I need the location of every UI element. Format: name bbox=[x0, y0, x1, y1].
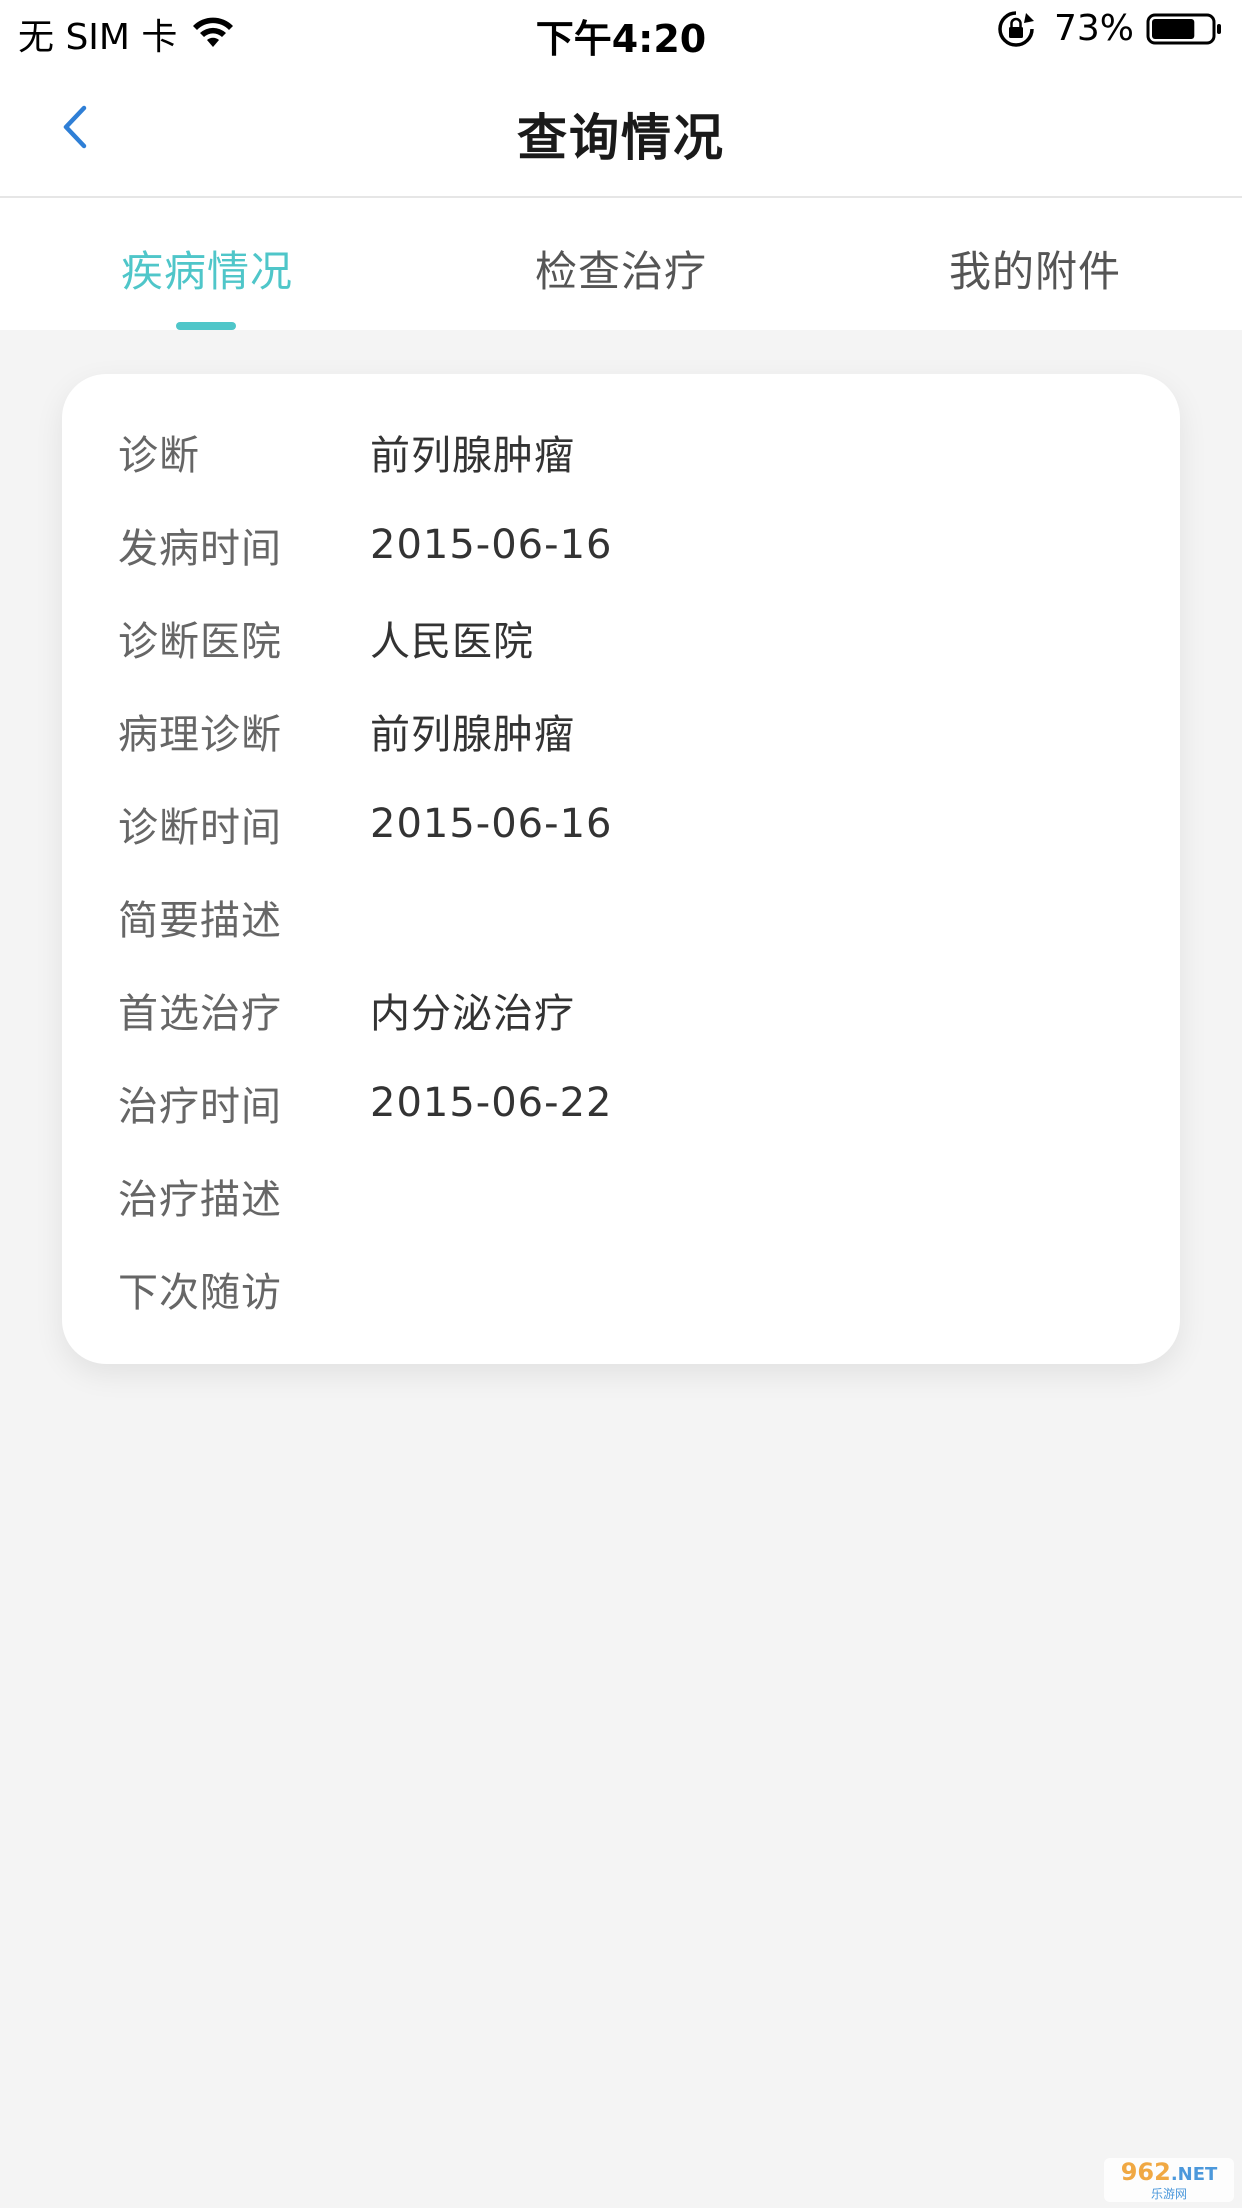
detail-value: 人民医院 bbox=[370, 619, 534, 665]
tab-label: 疾病情况 bbox=[120, 247, 293, 296]
detail-row-diagnosis-hospital: 诊断医院 人民医院 bbox=[118, 608, 1118, 668]
detail-label: 发病时间 bbox=[118, 526, 282, 572]
tab-my-attachments[interactable]: 我的附件 bbox=[828, 198, 1242, 330]
disease-details-card: 诊断 前列腺肿瘤 发病时间 2015-06-16 诊断医院 人民医院 病理诊断 … bbox=[62, 374, 1180, 1364]
battery-percent: 73% bbox=[1053, 8, 1134, 49]
detail-label: 首选治疗 bbox=[118, 991, 282, 1037]
detail-value: 前列腺肿瘤 bbox=[370, 712, 575, 758]
watermark-logo: 962.NET bbox=[1120, 2157, 1218, 2186]
detail-value: 2015-06-16 bbox=[370, 801, 613, 847]
detail-value: 前列腺肿瘤 bbox=[370, 433, 575, 479]
detail-row-diagnosis: 诊断 前列腺肿瘤 bbox=[118, 422, 1118, 482]
tab-disease-status[interactable]: 疾病情况 bbox=[0, 198, 414, 330]
detail-row-brief-description: 简要描述 bbox=[118, 887, 1118, 947]
detail-row-pathology: 病理诊断 前列腺肿瘤 bbox=[118, 701, 1118, 761]
detail-row-first-treatment: 首选治疗 内分泌治疗 bbox=[118, 980, 1118, 1040]
detail-label: 治疗描述 bbox=[118, 1177, 282, 1223]
watermark-sub: 乐游网 bbox=[1150, 2186, 1187, 2201]
detail-label: 诊断 bbox=[118, 433, 200, 479]
detail-value: 内分泌治疗 bbox=[370, 991, 575, 1037]
detail-label: 简要描述 bbox=[118, 898, 282, 944]
battery-icon bbox=[1146, 13, 1221, 44]
detail-row-onset-date: 发病时间 2015-06-16 bbox=[118, 515, 1118, 575]
detail-label: 诊断医院 bbox=[118, 619, 282, 665]
detail-label: 病理诊断 bbox=[118, 712, 282, 758]
site-watermark: 962.NET 乐游网 bbox=[1104, 2158, 1234, 2202]
detail-row-diagnosis-date: 诊断时间 2015-06-16 bbox=[118, 794, 1118, 854]
tab-exam-treatment[interactable]: 检查治疗 bbox=[414, 198, 828, 330]
detail-row-treatment-date: 治疗时间 2015-06-22 bbox=[118, 1073, 1118, 1133]
status-right: 73% bbox=[996, 8, 1224, 49]
detail-value: 2015-06-22 bbox=[370, 1080, 613, 1126]
detail-label: 治疗时间 bbox=[118, 1084, 282, 1130]
tab-bar: 疾病情况 检查治疗 我的附件 bbox=[0, 198, 1242, 330]
tab-label: 我的附件 bbox=[948, 247, 1121, 296]
status-bar: 无 SIM 卡 下午4:20 73% bbox=[0, 0, 1242, 62]
detail-value: 2015-06-16 bbox=[370, 522, 613, 568]
detail-row-next-followup: 下次随访 bbox=[118, 1259, 1118, 1319]
detail-row-treatment-description: 治疗描述 bbox=[118, 1166, 1118, 1226]
lock-rotation-icon bbox=[998, 10, 1034, 47]
nav-bar: 查询情况 bbox=[0, 62, 1242, 198]
detail-label: 下次随访 bbox=[118, 1270, 282, 1316]
active-tab-indicator bbox=[176, 322, 236, 330]
detail-label: 诊断时间 bbox=[118, 805, 282, 851]
tab-label: 检查治疗 bbox=[534, 247, 707, 296]
page-title: 查询情况 bbox=[517, 109, 725, 167]
